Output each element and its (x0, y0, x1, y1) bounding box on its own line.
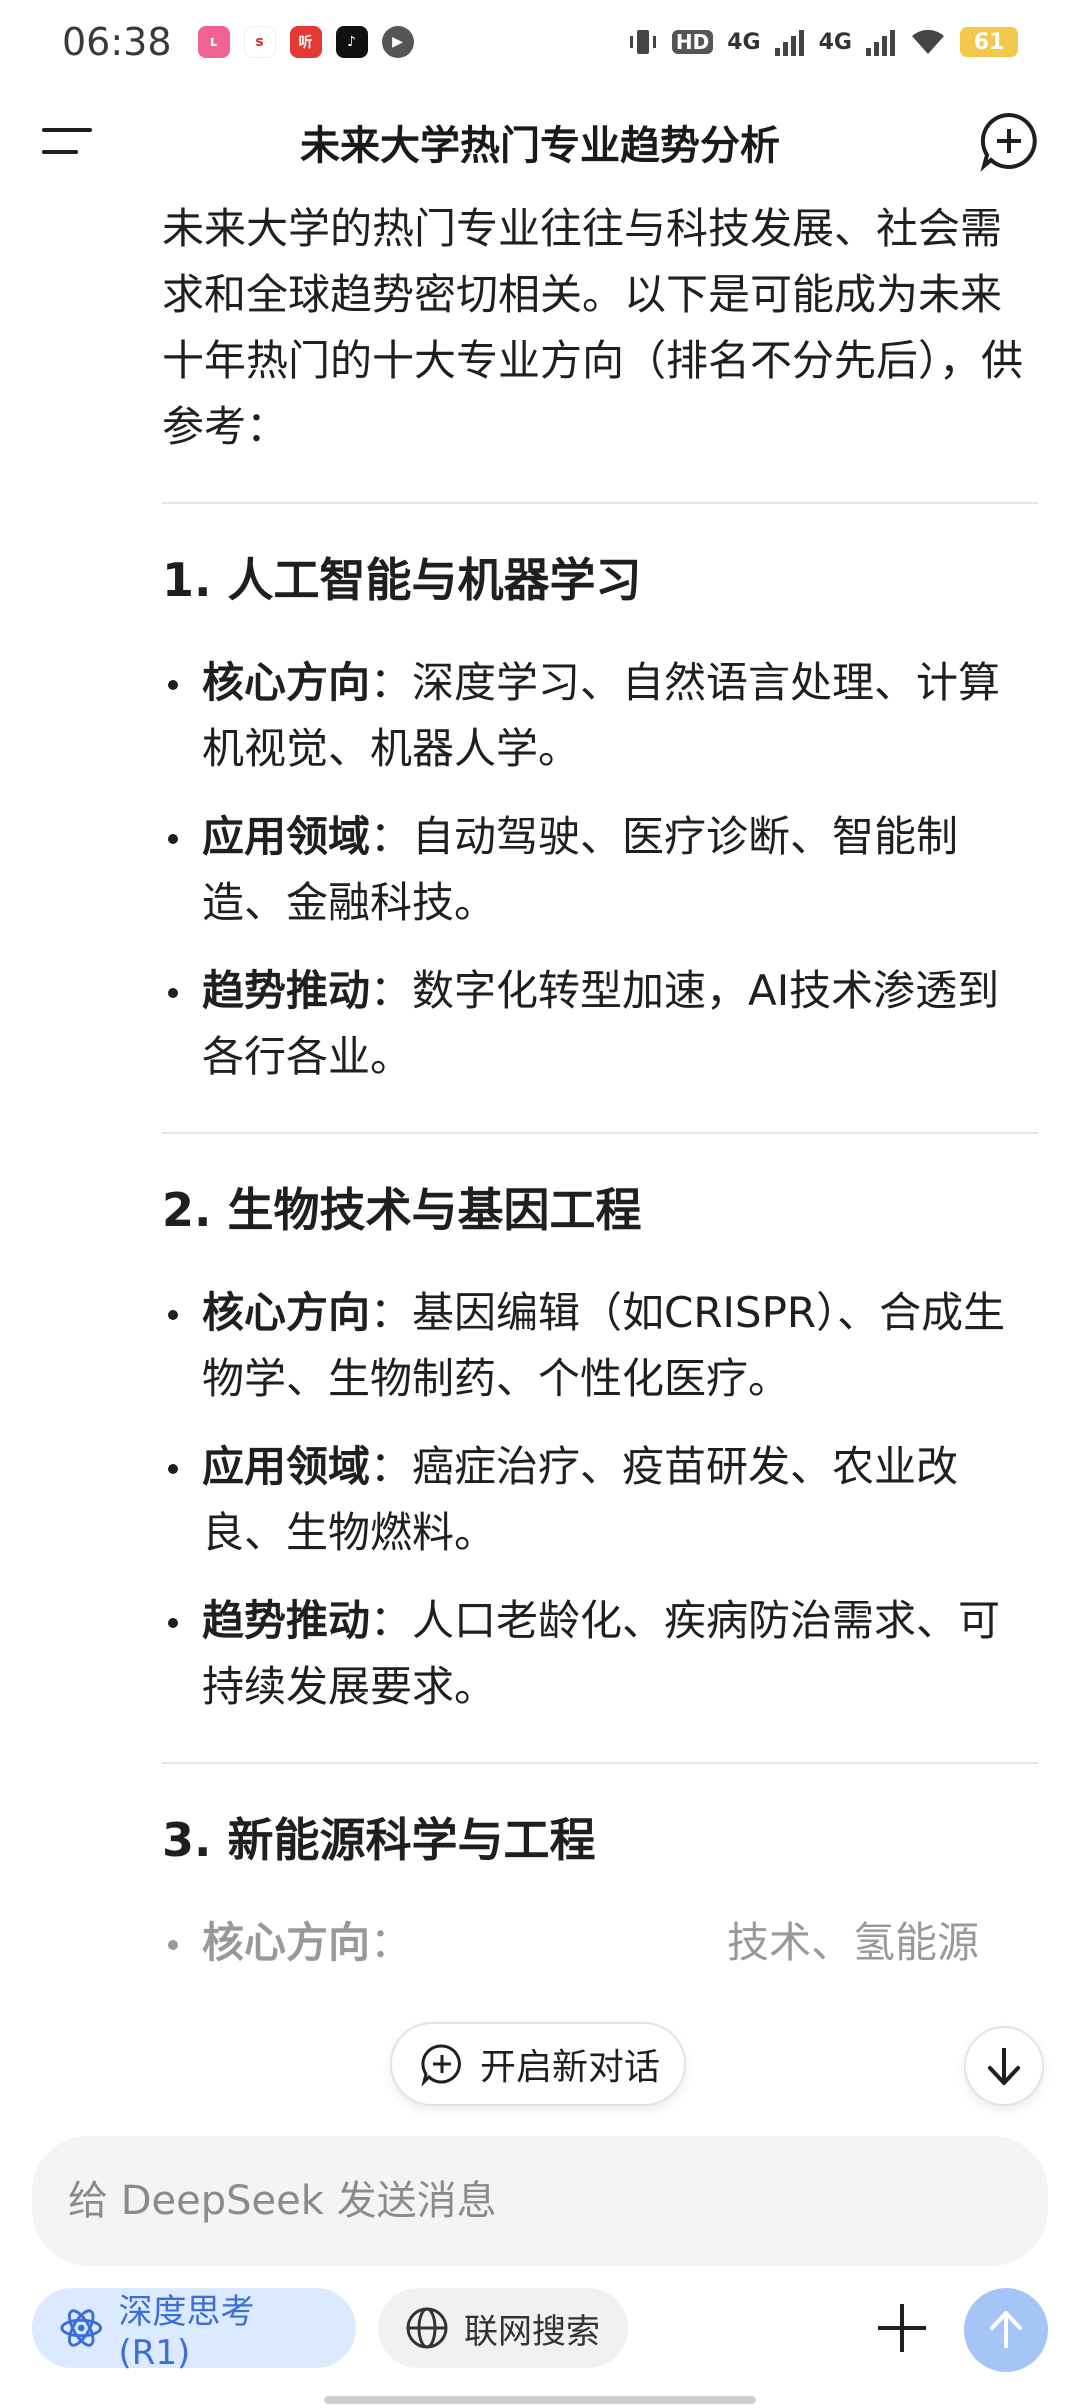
list-item: 趋势推动：人口老龄化、疾病防治需求、可持续发展要求。 (162, 1588, 1038, 1720)
new-chat-icon[interactable] (978, 110, 1040, 172)
page-title: 未来大学热门专业趋势分析 (300, 123, 780, 169)
network-label-2: 4G (818, 29, 852, 55)
item-label: 核心方向 (202, 658, 371, 707)
new-conversation-button[interactable]: 开启新对话 (390, 2022, 686, 2106)
item-label: 应用领域 (202, 1442, 371, 1491)
divider (162, 1762, 1038, 1764)
wifi-icon (912, 29, 944, 54)
signal-icon-2 (866, 30, 895, 56)
deep-think-toggle[interactable]: 深度思考 (R1) (32, 2288, 356, 2373)
arrow-down-icon (988, 2048, 1020, 2085)
section-title: 1. 人工智能与机器学习 (162, 553, 642, 607)
status-indicators: HD 4G 4G 61 (628, 26, 1018, 58)
section-title: 3. 新能源科学与工程 (162, 1813, 596, 1867)
intro-paragraph: 未来大学的热门专业往往与科技发展、社会需求和全球趋势密切相关。以下是可能成为未来… (162, 204, 1024, 451)
bottom-toolbar: 深度思考 (R1) 联网搜索 (0, 2288, 1080, 2373)
divider (162, 502, 1038, 504)
battery-indicator: 61 (960, 27, 1018, 57)
hd-badge: HD (671, 30, 714, 54)
message-input[interactable] (66, 2177, 966, 2225)
atom-icon (60, 2309, 103, 2347)
web-search-toggle[interactable]: 联网搜索 (378, 2288, 628, 2368)
scroll-down-button[interactable] (964, 2026, 1044, 2106)
globe-icon (406, 2307, 448, 2349)
status-time: 06:38 (62, 20, 172, 64)
arrow-up-icon (990, 2311, 1022, 2348)
divider (162, 1132, 1038, 1134)
play-app-icon: ▶ (381, 26, 414, 58)
list-item: 核心方向： 技术、氢能源 (162, 1910, 1038, 1976)
item-label: 趋势推动 (202, 966, 371, 1015)
deep-think-label: 深度思考 (R1) (118, 2291, 255, 2373)
ting-app-icon: 听 (289, 26, 322, 58)
new-conversation-label: 开启新对话 (480, 2047, 661, 2088)
sina-app-icon: s (243, 26, 276, 58)
section-list: 核心方向：深度学习、自然语言处理、计算机视觉、机器人学。 应用领域：自动驾驶、医… (162, 650, 1038, 1090)
section-title: 2. 生物技术与基因工程 (162, 1183, 642, 1237)
app-header: 未来大学热门专业趋势分析 (0, 96, 1080, 188)
section-list: 核心方向：基因编辑（如CRISPR）、合成生物学、生物制药、个性化医疗。 应用领… (162, 1280, 1038, 1720)
list-item: 应用领域：自动驾驶、医疗诊断、智能制造、金融科技。 (162, 804, 1038, 936)
item-label: 趋势推动 (202, 1596, 371, 1645)
item-label: 应用领域 (202, 812, 371, 861)
section-list: 核心方向： 技术、氢能源 (162, 1910, 1038, 1976)
network-label-1: 4G (727, 29, 761, 55)
list-item: 核心方向：基因编辑（如CRISPR）、合成生物学、生物制药、个性化医疗。 (162, 1280, 1038, 1412)
plus-icon[interactable] (872, 2298, 932, 2358)
signal-icon (774, 30, 804, 56)
status-bar: 06:38 ʟ s 听 ♪ ▶ HD 4G 4G 61 (0, 0, 1080, 84)
message-content: 未来大学的热门专业往往与科技发展、社会需求和全球趋势密切相关。以下是可能成为未来… (162, 196, 1038, 1998)
send-button[interactable] (964, 2288, 1048, 2372)
list-item: 应用领域：癌症治疗、疫苗研发、农业改良、生物燃料。 (162, 1434, 1038, 1566)
item-label: 核心方向 (202, 1288, 371, 1337)
item-text: ： 技术、氢能源 (370, 1918, 980, 1967)
list-item: 趋势推动：数字化转型加速，AI技术渗透到各行各业。 (162, 958, 1038, 1090)
menu-icon[interactable] (40, 118, 96, 166)
status-app-icons: ʟ s 听 ♪ ▶ (197, 26, 414, 58)
web-search-label: 联网搜索 (464, 2311, 600, 2352)
tiktok-app-icon: ♪ (335, 26, 368, 58)
item-label: 核心方向 (202, 1918, 371, 1967)
list-item: 核心方向：深度学习、自然语言处理、计算机视觉、机器人学。 (162, 650, 1038, 782)
new-chat-icon (421, 2044, 461, 2086)
message-input-container[interactable] (32, 2136, 1048, 2266)
vibrate-icon (629, 30, 656, 54)
home-indicator[interactable] (324, 2396, 756, 2404)
lala-app-icon: ʟ (197, 26, 230, 58)
